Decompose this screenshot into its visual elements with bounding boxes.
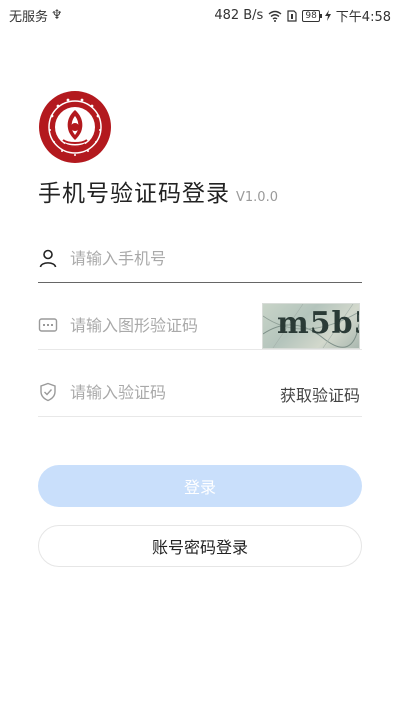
get-code-button[interactable]: 获取验证码 — [280, 382, 360, 406]
code-row: 获取验证码 — [38, 370, 362, 417]
phone-row — [38, 236, 362, 283]
captcha-text: m5b5 — [277, 306, 359, 341]
title-row: 手机号验证码登录 V1.0.0 — [38, 174, 278, 208]
phone-input[interactable] — [70, 244, 270, 272]
school-logo-icon — [39, 91, 111, 163]
battery-indicator: 98 — [302, 9, 323, 22]
code-input[interactable] — [70, 378, 270, 406]
user-icon — [39, 249, 57, 268]
status-bar: 无服务 ♆ 482 B/s 98 下午4:58 — [0, 0, 400, 28]
page-title: 手机号验证码登录 — [38, 181, 230, 207]
charging-icon — [324, 10, 331, 21]
status-right: 482 B/s 98 下午4:58 — [214, 6, 391, 25]
captcha-input[interactable] — [70, 311, 270, 339]
shield-check-icon — [40, 382, 56, 402]
version-label: V1.0.0 — [236, 190, 278, 205]
keyboard-icon — [38, 318, 58, 332]
wifi-icon — [268, 10, 282, 22]
network-speed: 482 B/s — [214, 8, 264, 23]
clock: 下午4:58 — [335, 10, 391, 25]
login-button[interactable]: 登录 — [38, 465, 362, 507]
captcha-image[interactable]: m5b5 — [262, 303, 360, 349]
usb-icon: ♆ — [51, 8, 63, 23]
status-left: 无服务 ♆ — [9, 6, 63, 25]
sim-icon — [287, 9, 297, 22]
carrier-text: 无服务 — [9, 10, 49, 25]
captcha-row: m5b5 — [38, 303, 362, 350]
account-login-button[interactable]: 账号密码登录 — [38, 525, 362, 567]
